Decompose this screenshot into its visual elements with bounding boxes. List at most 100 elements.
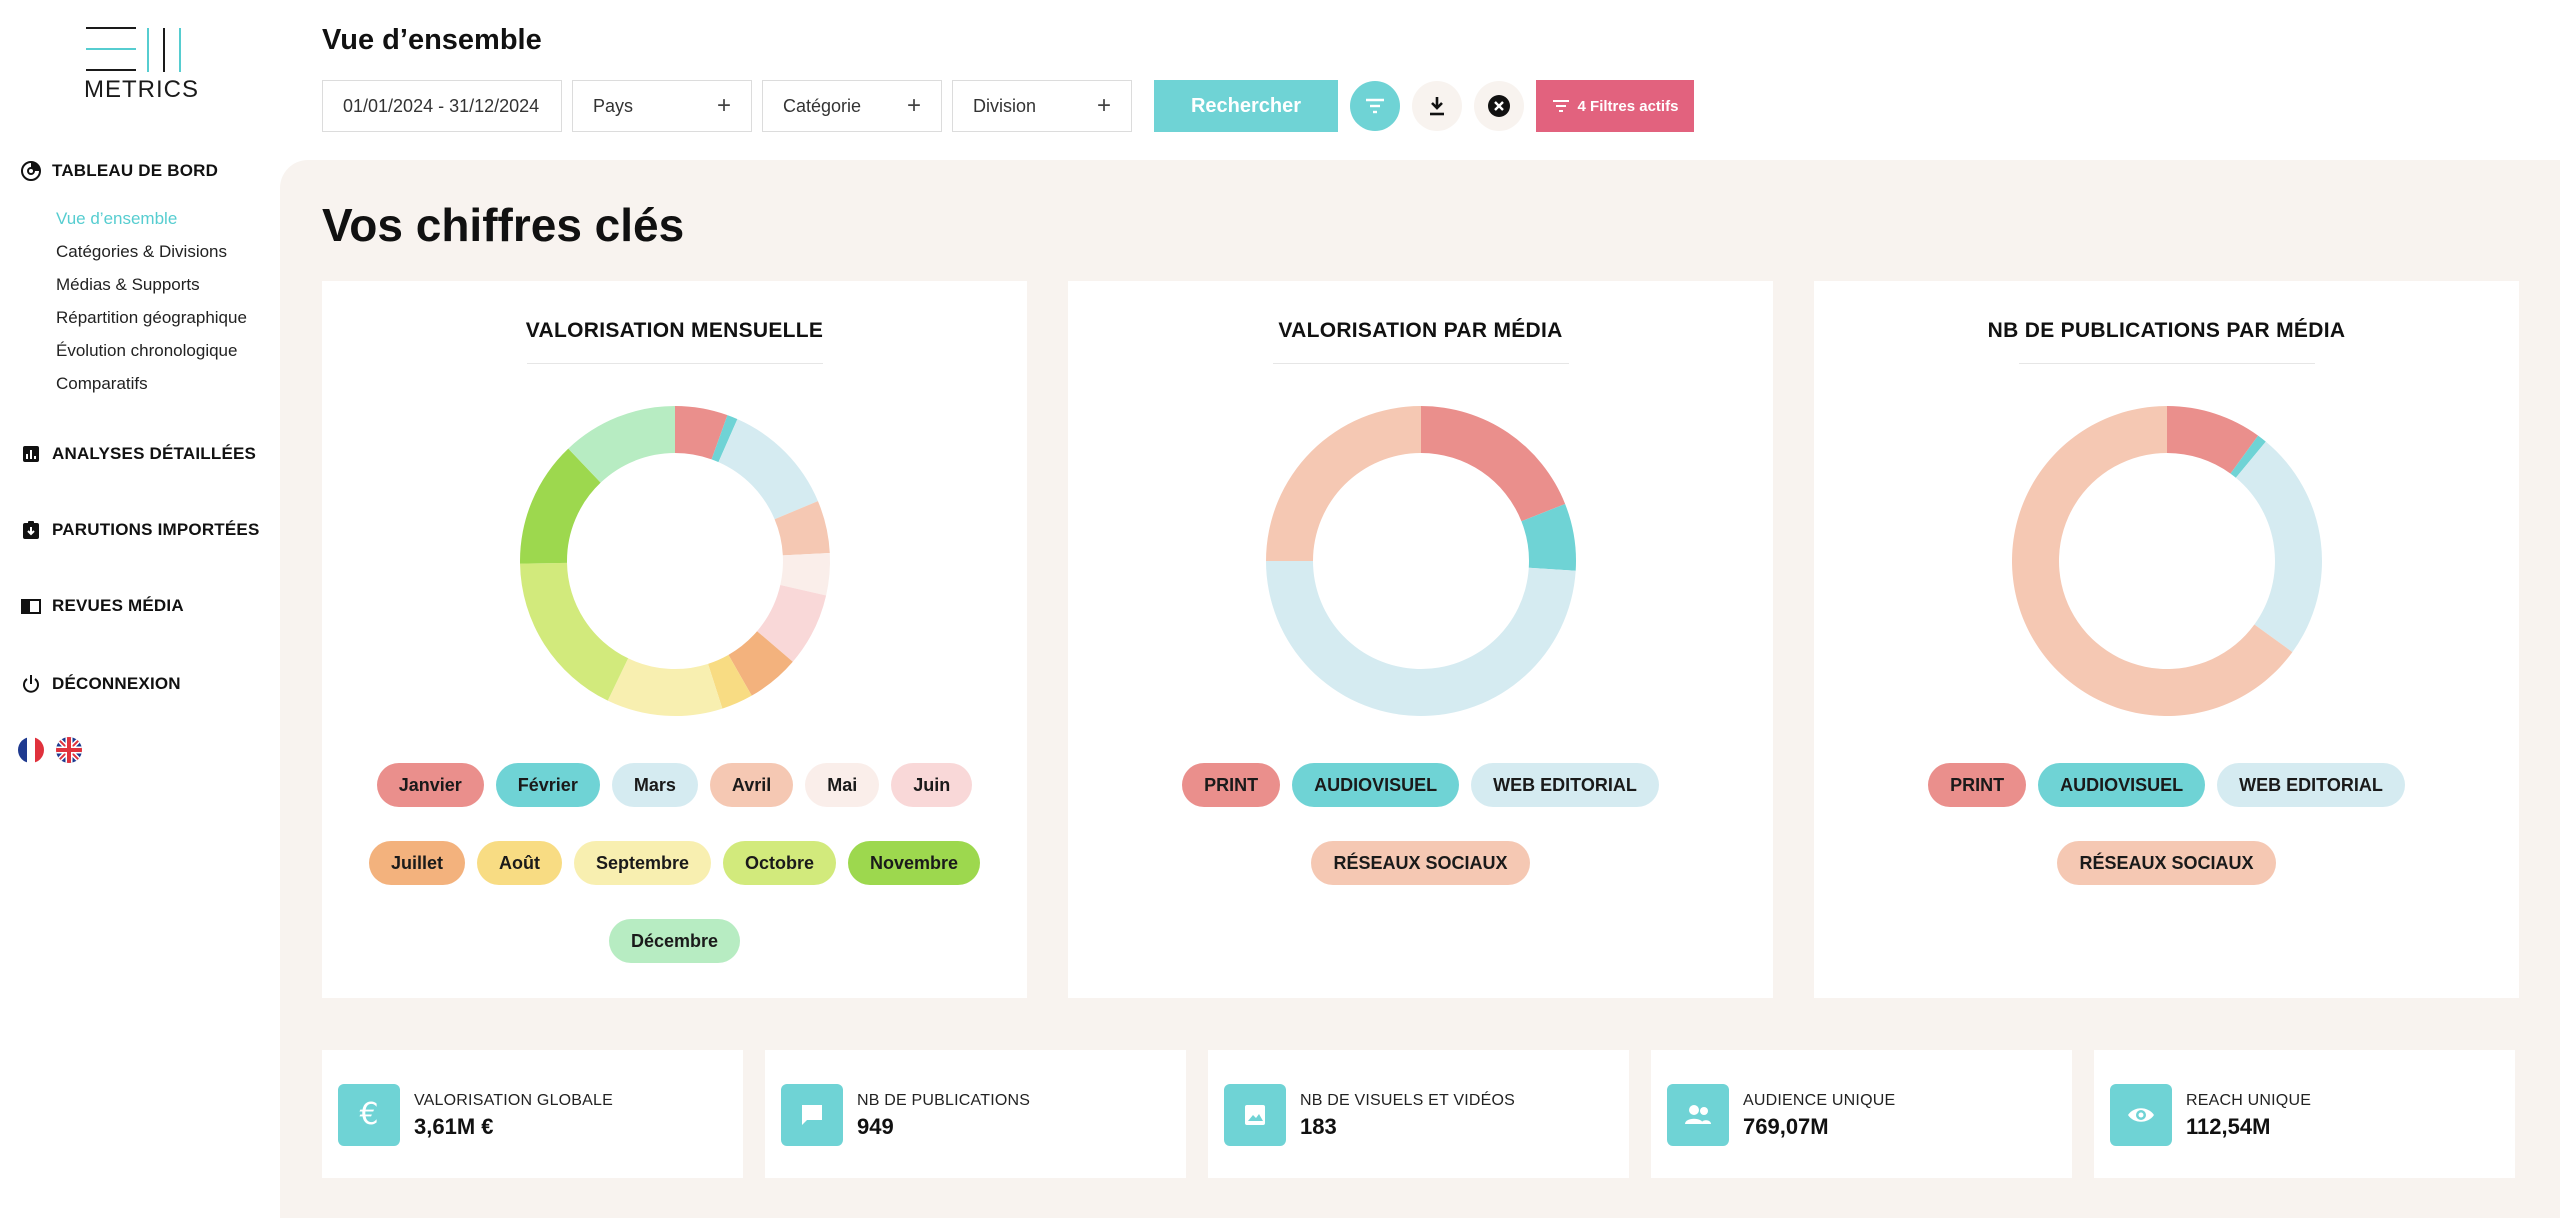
submenu-medias-supports[interactable]: Médias & Supports <box>56 272 247 305</box>
submenu-evolution-chronologique[interactable]: Évolution chronologique <box>56 338 247 371</box>
legend-chip-mars[interactable]: Mars <box>611 763 698 807</box>
nav-parutions-importees[interactable]: PARUTIONS IMPORTÉES <box>20 519 260 541</box>
chart-title: NB DE PUBLICATIONS PAR MÉDIA <box>1987 319 2346 342</box>
donut-chart-publications[interactable] <box>2007 401 2327 721</box>
message-icon <box>781 1084 843 1146</box>
division-placeholder: Division <box>973 95 1037 116</box>
active-filters-button[interactable]: 4 Filtres actifs <box>1536 80 1694 132</box>
legend-chip-juillet[interactable]: Juillet <box>368 841 465 885</box>
legend-chip-audiovisuel[interactable]: AUDIOVISUEL <box>1292 763 1460 807</box>
people-icon <box>1667 1084 1729 1146</box>
kpi-value: 112,54M <box>2186 1114 2271 1139</box>
svg-text:€: € <box>359 1098 378 1132</box>
chart-card-monthly: VALORISATION MENSUELLE Janvier Février Mar… <box>322 281 1027 998</box>
submenu-vue-ensemble[interactable]: Vue d’ensemble <box>56 206 247 239</box>
image-icon <box>1224 1084 1286 1146</box>
legend-chip-audiovisuel[interactable]: AUDIOVISUEL <box>2038 763 2206 807</box>
slice-octobre[interactable] <box>519 562 628 701</box>
plus-icon: + <box>906 92 921 119</box>
nav-label: REVUES MÉDIA <box>52 596 184 615</box>
kpi-card-publications: NB DE PUBLICATIONS 949 <box>765 1050 1186 1178</box>
legend-chip-octobre[interactable]: Octobre <box>723 841 837 885</box>
filter-button[interactable] <box>1350 81 1400 131</box>
kpi-label: NB DE PUBLICATIONS <box>857 1092 1031 1109</box>
book-icon <box>20 595 42 617</box>
nav-label: TABLEAU DE BORD <box>52 161 219 180</box>
chart-card-media-value: VALORISATION PAR MÉDIA PRINT AUDIOVISUEL W… <box>1068 281 1773 998</box>
legend-chip-print[interactable]: PRINT <box>1928 763 2027 807</box>
page-title: Vue d’ensemble <box>322 24 542 56</box>
fr-flag-icon[interactable] <box>18 737 44 763</box>
slice-print[interactable] <box>1420 406 1565 522</box>
nav-label: PARUTIONS IMPORTÉES <box>52 520 260 539</box>
legend-chip-reseaux-sociaux[interactable]: RÉSEAUX SOCIAUX <box>1311 841 1530 885</box>
donut-chart-media-value[interactable] <box>1261 401 1581 721</box>
legend-chip-novembre[interactable]: Novembre <box>848 841 981 885</box>
active-filters-label: 4 Filtres actifs <box>1577 97 1679 115</box>
kpi-label: AUDIENCE UNIQUE <box>1743 1092 1896 1109</box>
clear-filters-button[interactable] <box>1474 81 1524 131</box>
chart-card-publications: NB DE PUBLICATIONS PAR MÉDIA PRINT AUDIOV… <box>1814 281 2519 998</box>
legend-chip-fevrier[interactable]: Février <box>495 763 600 807</box>
slice-reseaux-sociaux[interactable] <box>1265 406 1421 561</box>
kpi-value: 949 <box>857 1114 894 1139</box>
legend-chip-reseaux-sociaux[interactable]: RÉSEAUX SOCIAUX <box>2057 841 2276 885</box>
kpi-card-visuals: NB DE VISUELS ET VIDÉOS 183 <box>1208 1050 1629 1178</box>
download-button[interactable] <box>1412 81 1462 131</box>
kpi-label: VALORISATION GLOBALE <box>414 1092 614 1109</box>
close-circle-icon <box>1488 95 1510 117</box>
country-select[interactable]: Pays + <box>572 80 752 132</box>
division-select[interactable]: Division + <box>952 80 1132 132</box>
legend-chip-janvier[interactable]: Janvier <box>376 763 484 807</box>
kpi-label: REACH UNIQUE <box>2186 1092 2312 1109</box>
metrics-logo[interactable]: METRICS <box>84 26 199 103</box>
legend-chip-web-editorial[interactable]: WEB EDITORIAL <box>2217 763 2405 807</box>
kpi-value: 3,61M € <box>414 1114 494 1139</box>
legend-chip-juin[interactable]: Juin <box>891 763 973 807</box>
donut-chart-monthly[interactable] <box>515 401 835 721</box>
legend-chip-print[interactable]: PRINT <box>1182 763 1281 807</box>
download-icon <box>1430 97 1444 116</box>
legend-chip-aout[interactable]: Août <box>476 841 562 885</box>
legend-chip-decembre[interactable]: Décembre <box>608 919 741 963</box>
category-select[interactable]: Catégorie + <box>762 80 942 132</box>
power-icon <box>20 673 42 695</box>
language-switcher <box>18 737 82 763</box>
logo-text: METRICS <box>84 76 199 103</box>
search-button[interactable]: Rechercher <box>1154 80 1338 132</box>
nav-deconnexion[interactable]: DÉCONNEXION <box>20 673 181 695</box>
nav-revues-media[interactable]: REVUES MÉDIA <box>20 595 184 617</box>
divider <box>1272 363 1569 364</box>
chart-legend: PRINT AUDIOVISUEL WEB EDITORIAL RÉSEAUX SOC… <box>1068 763 1773 885</box>
legend-chip-septembre[interactable]: Septembre <box>573 841 711 885</box>
nav-label: ANALYSES DÉTAILLÉES <box>52 444 257 463</box>
legend-chip-mai[interactable]: Mai <box>805 763 880 807</box>
logo-mark-icon <box>86 27 181 72</box>
slice-web-editorial[interactable] <box>2235 441 2322 653</box>
eye-icon <box>2110 1084 2172 1146</box>
chart-title: VALORISATION PAR MÉDIA <box>1278 319 1563 342</box>
slice-web-editorial[interactable] <box>1265 561 1576 717</box>
chart-legend: PRINT AUDIOVISUEL WEB EDITORIAL RÉSEAUX SOC… <box>1814 763 2519 885</box>
plus-icon: + <box>1096 92 1111 119</box>
submenu-comparatifs[interactable]: Comparatifs <box>56 371 247 404</box>
date-range-value: 01/01/2024 - 31/12/2024 <box>343 95 540 116</box>
nav-analyses-detaillees[interactable]: ANALYSES DÉTAILLÉES <box>20 443 256 465</box>
submenu-repartition-geographique[interactable]: Répartition géographique <box>56 305 247 338</box>
legend-chip-web-editorial[interactable]: WEB EDITORIAL <box>1471 763 1659 807</box>
dashboard-submenu: Vue d’ensemble Catégories & Divisions Mé… <box>56 206 247 404</box>
filter-bar: 01/01/2024 - 31/12/2024 Pays + Catégorie… <box>322 80 1694 132</box>
slice-septembre[interactable] <box>607 658 722 716</box>
slice-mars[interactable] <box>717 419 818 520</box>
bar-chart-icon <box>20 443 42 465</box>
import-icon <box>20 519 42 541</box>
filter-icon <box>1552 100 1569 112</box>
chart-title: VALORISATION MENSUELLE <box>525 319 824 342</box>
divider <box>526 363 823 364</box>
submenu-categories-divisions[interactable]: Catégories & Divisions <box>56 239 247 272</box>
date-range-input[interactable]: 01/01/2024 - 31/12/2024 <box>322 80 562 132</box>
legend-chip-avril[interactable]: Avril <box>709 763 794 807</box>
uk-flag-icon[interactable] <box>56 737 82 763</box>
nav-tableau-de-bord[interactable]: TABLEAU DE BORD <box>20 160 218 182</box>
section-title: Vos chiffres clés <box>322 199 685 251</box>
